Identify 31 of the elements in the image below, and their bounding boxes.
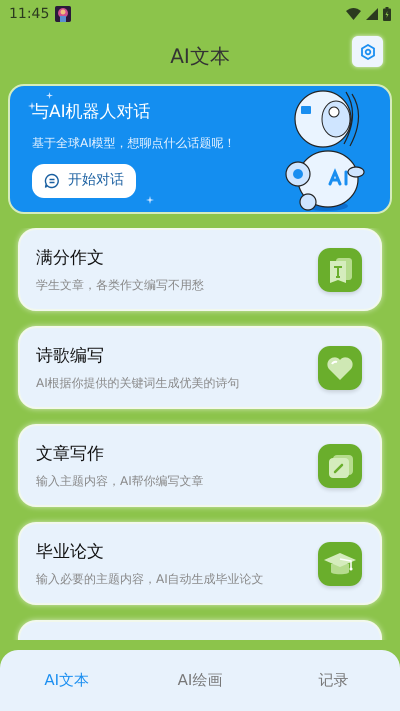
banner-subtitle: 基于全球AI模型，想聊点什么话题呢！	[32, 134, 236, 152]
graduation-cap-icon	[318, 542, 362, 586]
sparkle-icon	[46, 92, 53, 99]
nav-tab[interactable]: 记录	[318, 669, 348, 692]
edit-note-icon	[318, 444, 362, 488]
card-title: 文章写作	[36, 443, 105, 466]
card-description: 输入必要的主题内容，AI自动生成毕业论文	[36, 572, 265, 587]
text-document-icon	[318, 248, 362, 292]
card-description: AI根据你提供的关键词生成优美的诗句	[36, 376, 241, 391]
status-time: 11:45	[9, 4, 50, 24]
feature-card[interactable]: 诗歌编写 AI根据你提供的关键词生成优美的诗句	[18, 326, 382, 409]
feature-card[interactable]: 毕业论文 输入必要的主题内容，AI自动生成毕业论文	[18, 522, 382, 605]
start-chat-button[interactable]: 开始对话	[32, 164, 136, 198]
settings-icon	[360, 44, 376, 60]
banner-title: 与AI机器人对话	[32, 101, 152, 124]
sparkle-icon	[146, 196, 154, 204]
page-title: AI文本	[170, 43, 230, 70]
card-title: 诗歌编写	[36, 345, 105, 368]
battery-icon	[383, 7, 391, 21]
chat-bubble-icon	[44, 172, 60, 189]
signal-icon	[366, 8, 378, 20]
feature-card[interactable]: 满分作文 学生文章，各类作文编写不用愁	[18, 228, 382, 311]
card-description: 输入主题内容，AI帮你编写文章	[36, 474, 205, 489]
settings-button[interactable]	[352, 36, 383, 67]
card-description: 学生文章，各类作文编写不用愁	[36, 278, 205, 293]
nav-tab[interactable]: AI绘画	[178, 669, 222, 692]
heart-icon	[318, 346, 362, 390]
card-title: 毕业论文	[36, 541, 105, 564]
wifi-icon	[346, 8, 361, 20]
card-title: 满分作文	[36, 247, 105, 270]
feature-card[interactable]: 文章写作 输入主题内容，AI帮你编写文章	[18, 424, 382, 507]
